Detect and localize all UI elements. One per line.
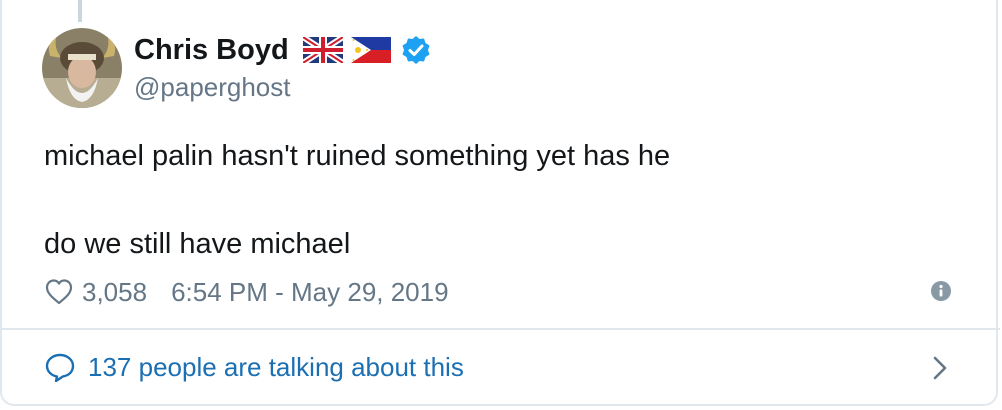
- tweet-timestamp[interactable]: 6:54 PM - May 29, 2019: [171, 277, 448, 308]
- like-count[interactable]: 3,058: [82, 277, 147, 308]
- user-handle[interactable]: @paperghost: [134, 72, 291, 103]
- heart-icon[interactable]: [44, 277, 74, 307]
- uk-flag-icon: [302, 37, 343, 63]
- avatar[interactable]: [42, 28, 122, 108]
- name-row: Chris Boyd: [134, 30, 431, 70]
- tweet-meta: 3,058 6:54 PM - May 29, 2019: [44, 274, 449, 310]
- chevron-right-icon: [933, 356, 947, 380]
- comment-bubble-icon: [45, 353, 75, 382]
- tweet-line: michael palin hasn't ruined something ye…: [44, 140, 671, 172]
- verified-badge-icon: [402, 36, 430, 64]
- tweet-card: Chris Boyd @paperghost michael palin has…: [0, 0, 1000, 406]
- display-name[interactable]: Chris Boyd: [134, 34, 289, 67]
- philippines-flag-icon: [350, 37, 391, 63]
- tweet-line: do we still have michael: [44, 228, 351, 260]
- thread-line: [78, 0, 82, 22]
- talking-about-label[interactable]: 137 people are talking about this: [88, 352, 464, 383]
- info-icon[interactable]: [930, 280, 952, 302]
- conversation-link[interactable]: 137 people are talking about this: [2, 330, 1000, 404]
